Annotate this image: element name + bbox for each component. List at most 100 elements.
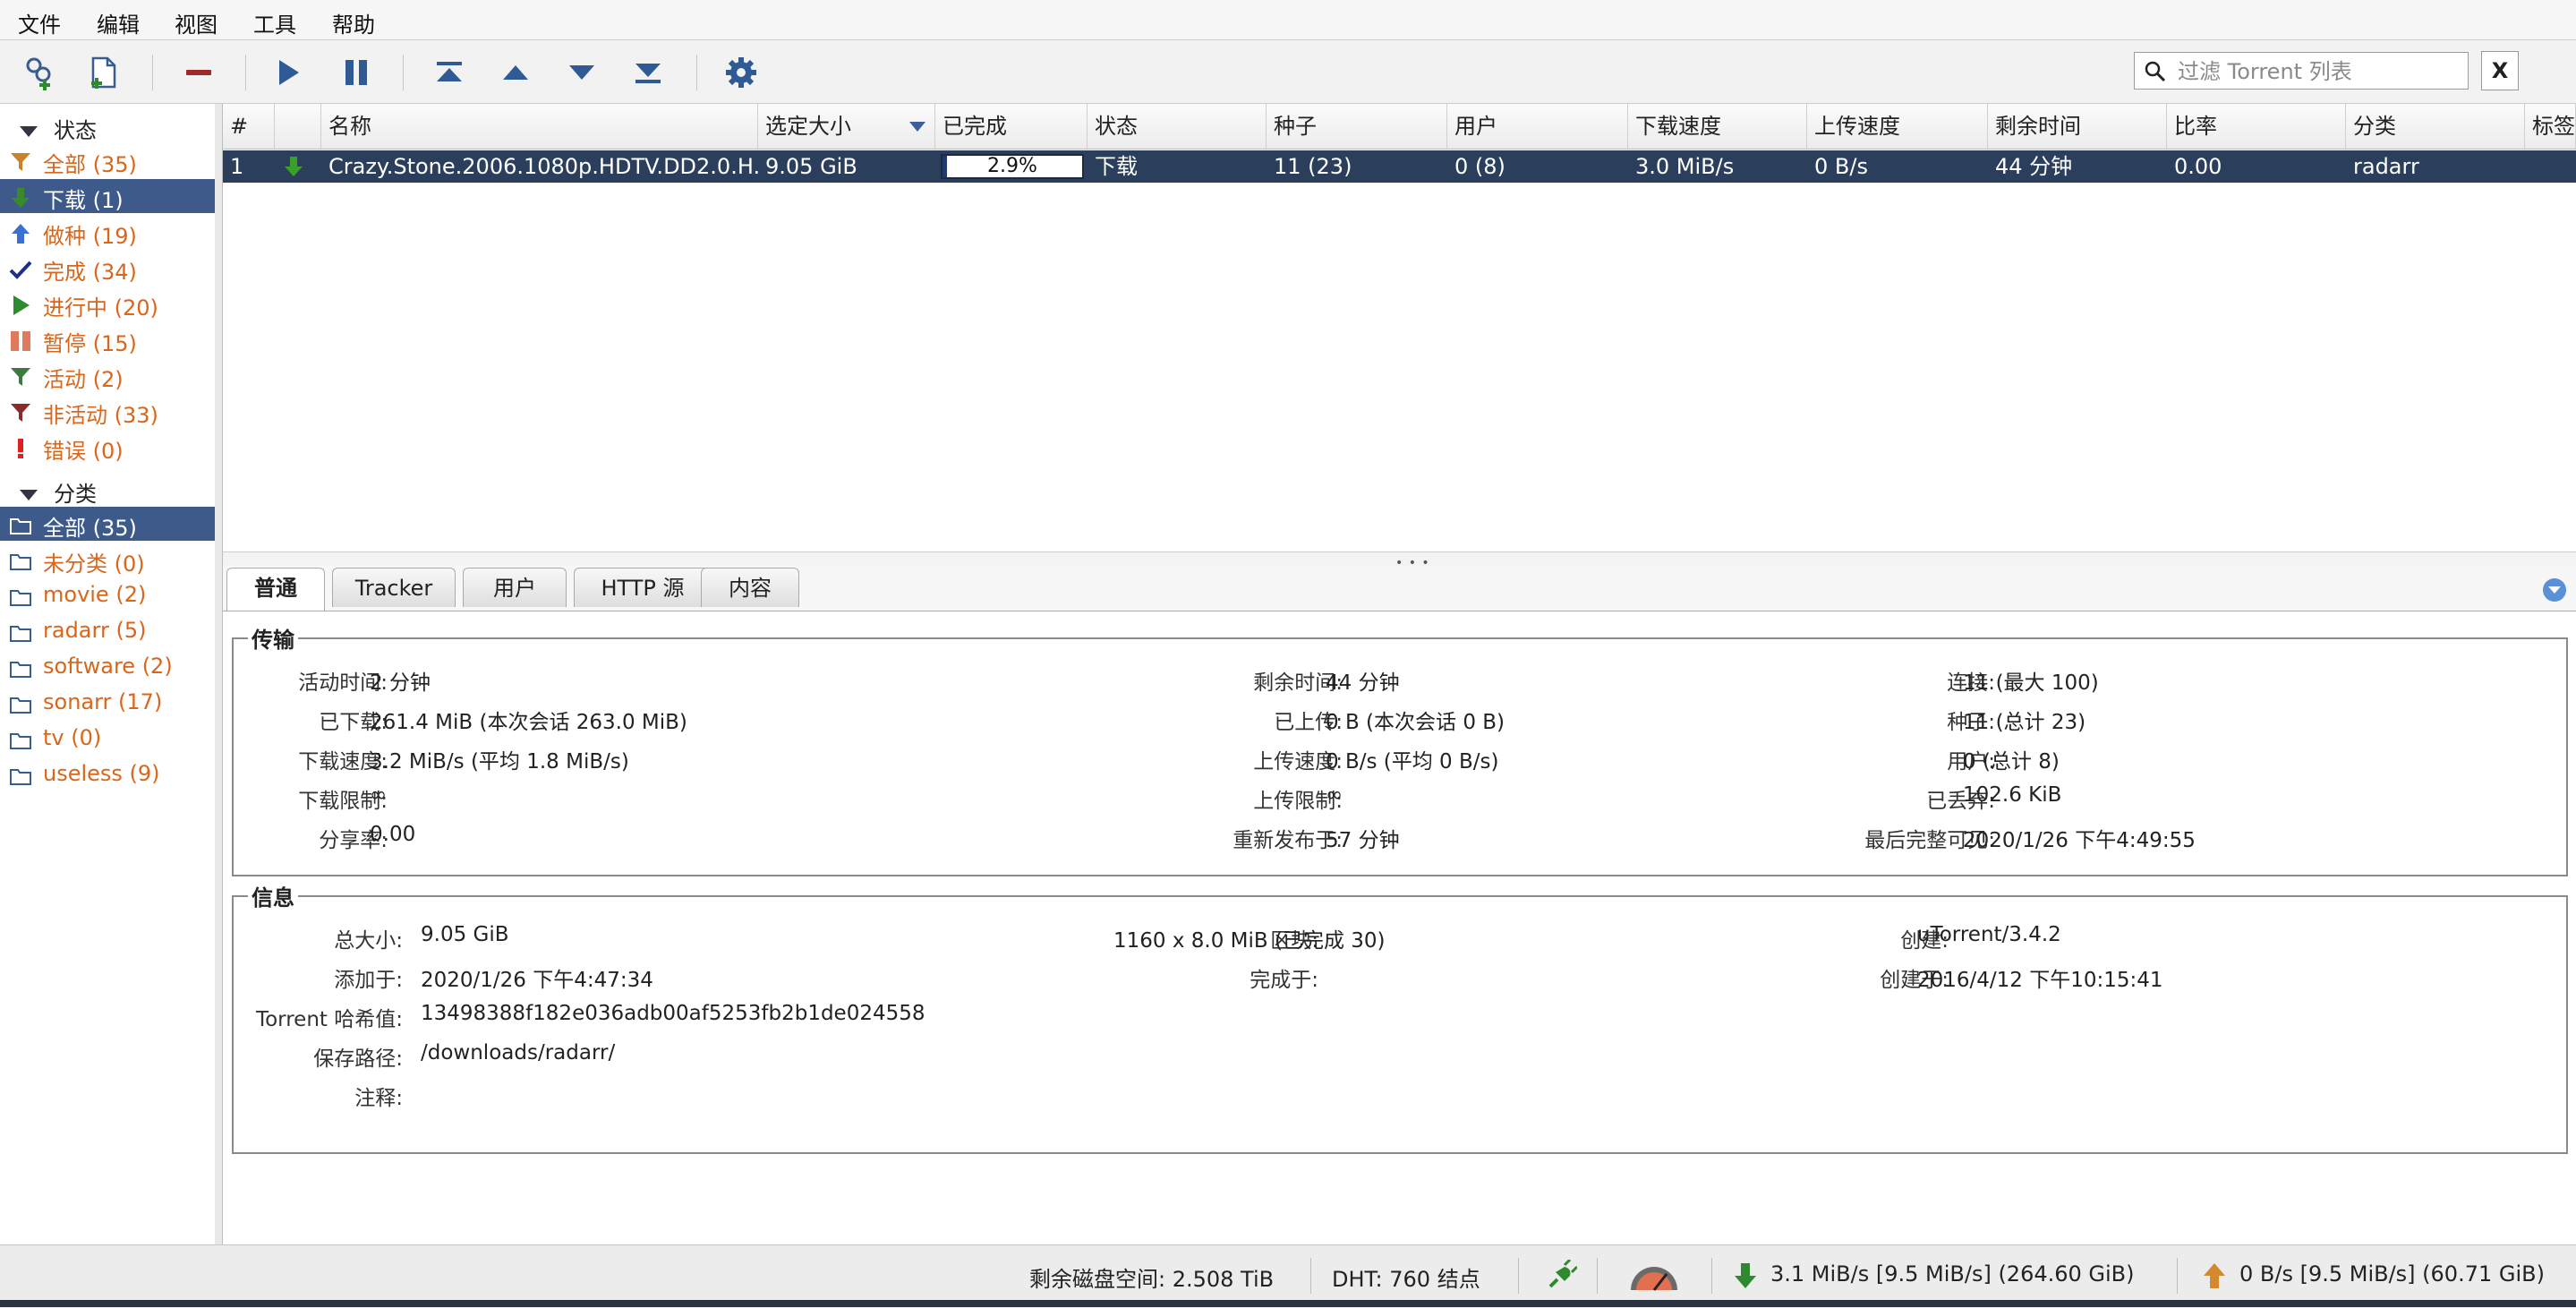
sidebar-item-seeding[interactable]: 做种 (19): [0, 215, 215, 249]
move-up-button[interactable]: [496, 53, 535, 92]
row-category: radarr: [2353, 154, 2419, 179]
sidebar-item-completed[interactable]: 完成 (34): [0, 251, 215, 285]
sidebar-item-errored[interactable]: 错误 (0): [0, 430, 215, 464]
minus-icon: [186, 70, 211, 75]
table-row[interactable]: 1 Crazy.Stone.2006.1080p.HDTV.DD2.0.H.2.…: [223, 150, 2576, 183]
column-header-up-speed[interactable]: 上传速度: [1807, 104, 1988, 149]
column-header-status[interactable]: 状态: [1088, 104, 1267, 149]
row-ratio: 0.00: [2174, 154, 2222, 179]
add-torrent-file-button[interactable]: [84, 53, 124, 92]
kv-value: 2020/1/26 下午4:47:34: [421, 969, 653, 992]
status-header[interactable]: 状态: [20, 113, 97, 144]
kv-value: 44 分钟: [1326, 671, 1400, 695]
remove-button[interactable]: [179, 53, 218, 92]
kv-value: 0.00: [370, 823, 416, 846]
column-header-icon[interactable]: [275, 104, 321, 149]
tab-http-sources[interactable]: HTTP 源: [574, 568, 712, 607]
kv-value: 0 B (本次会话 0 B): [1326, 711, 1506, 734]
sidebar-item-paused[interactable]: 暂停 (15): [0, 322, 215, 356]
upload-speed-status[interactable]: 0 B/s [9.5 MiB/s] (60.71 GiB): [2239, 1261, 2545, 1287]
filter-box: [2134, 52, 2469, 90]
column-header-dl-speed[interactable]: 下载速度: [1628, 104, 1807, 149]
tab-general[interactable]: 普通: [226, 568, 325, 611]
kv-value: 1160 x 8.0 MiB (已完成 30): [1113, 929, 1386, 953]
collapse-triangle-icon: [20, 490, 38, 500]
kv-label: 完成于:: [1250, 969, 1318, 992]
column-header-category[interactable]: 分类: [2346, 104, 2525, 149]
move-top-icon: [437, 62, 462, 81]
menu-help[interactable]: 帮助: [332, 7, 375, 38]
sidebar-item-inactive[interactable]: 非活动 (33): [0, 394, 215, 428]
column-header-eta[interactable]: 剩余时间: [1988, 104, 2167, 149]
menu-file[interactable]: 文件: [18, 7, 61, 38]
status-bar: 剩余磁盘空间: 2.508 TiB DHT: 760 结点 3.1 MiB/s …: [0, 1244, 2576, 1308]
resume-button[interactable]: [269, 53, 308, 92]
column-header-tags[interactable]: 标签: [2525, 104, 2576, 149]
category-radarr[interactable]: radarr (5): [0, 614, 215, 648]
gear-icon: [726, 57, 756, 88]
sidebar-splitter[interactable]: [215, 104, 223, 1244]
tab-content[interactable]: 内容: [701, 568, 799, 607]
column-header-num[interactable]: #: [223, 104, 275, 149]
tab-peers[interactable]: 用户: [463, 568, 567, 607]
collapse-panel-icon[interactable]: [2541, 577, 2568, 603]
column-header-size[interactable]: 选定大小: [758, 104, 935, 149]
column-header-peers[interactable]: 用户: [1447, 104, 1628, 149]
download-speed-status[interactable]: 3.1 MiB/s [9.5 MiB/s] (264.60 GiB): [1770, 1261, 2135, 1287]
category-uncategorized[interactable]: 未分类 (0): [0, 543, 215, 577]
kv-value: 2020/1/26 下午4:49:55: [1963, 829, 2196, 852]
move-down-button[interactable]: [562, 53, 601, 92]
sidebar-item-active[interactable]: 活动 (2): [0, 358, 215, 392]
category-software[interactable]: software (2): [0, 650, 215, 684]
filter-icon: [11, 153, 30, 171]
sort-desc-icon: [909, 122, 925, 132]
kv-value: 11 (最大 100): [1963, 671, 2099, 695]
clear-filter-button[interactable]: X: [2481, 51, 2519, 90]
sidebar-item-downloading[interactable]: 下载 (1): [0, 179, 215, 213]
column-header-ratio[interactable]: 比率: [2167, 104, 2346, 149]
pause-icon: [11, 331, 30, 351]
category-all[interactable]: 全部 (35): [0, 507, 215, 541]
column-header-progress[interactable]: 已完成: [935, 104, 1088, 149]
tab-tracker[interactable]: Tracker: [332, 568, 456, 607]
folder-icon: [10, 590, 31, 606]
filter-input[interactable]: [2176, 53, 2466, 90]
column-header-seeds[interactable]: 种子: [1267, 104, 1447, 149]
category-tv[interactable]: tv (0): [0, 722, 215, 756]
folder-icon: [10, 518, 31, 534]
speed-limit-gauge-icon[interactable]: [1627, 1258, 1681, 1294]
column-header-name[interactable]: 名称: [321, 104, 758, 149]
move-bottom-button[interactable]: [628, 53, 668, 92]
folder-icon: [10, 662, 31, 678]
kv-value: 13498388f182e036adb00af5253fb2b1de024558: [421, 1002, 925, 1025]
sidebar-item-all[interactable]: 全部 (35): [0, 143, 215, 177]
menu-view[interactable]: 视图: [175, 7, 218, 38]
menu-edit[interactable]: 编辑: [97, 7, 140, 38]
kv-value: ∞: [1326, 783, 1343, 807]
category-sonarr[interactable]: sonarr (17): [0, 686, 215, 720]
move-top-button[interactable]: [430, 53, 469, 92]
connection-plug-icon[interactable]: [1545, 1260, 1577, 1292]
upload-arrow-icon: [12, 224, 30, 244]
category-movie[interactable]: movie (2): [0, 578, 215, 612]
add-torrent-link-button[interactable]: [20, 53, 59, 92]
pause-icon: [345, 60, 367, 85]
kv-label: 保存路径:: [313, 1047, 403, 1071]
category-useless[interactable]: useless (9): [0, 757, 215, 791]
category-header[interactable]: 分类: [20, 476, 97, 508]
menu-tools[interactable]: 工具: [253, 7, 296, 38]
filter-icon: [11, 404, 30, 422]
play-icon: [279, 60, 299, 85]
kv-value: 9.05 GiB: [421, 923, 509, 946]
row-name: Crazy.Stone.2006.1080p.HDTV.DD2.0.H.2...: [328, 154, 758, 179]
folder-icon: [10, 626, 31, 642]
sidebar-item-running[interactable]: 进行中 (20): [0, 286, 215, 321]
list-header: # 名称 选定大小 已完成 状态 种子 用户 下载速度 上传速度 剩余时间 比率…: [223, 104, 2576, 150]
row-dl-speed: 3.0 MiB/s: [1635, 154, 1735, 179]
kv-label: 总大小:: [334, 929, 403, 953]
pause-button[interactable]: [337, 53, 376, 92]
kv-label: Torrent 哈希值:: [255, 1008, 403, 1031]
options-button[interactable]: [721, 53, 761, 92]
row-up-speed: 0 B/s: [1814, 154, 1868, 179]
move-bottom-icon: [635, 64, 661, 83]
